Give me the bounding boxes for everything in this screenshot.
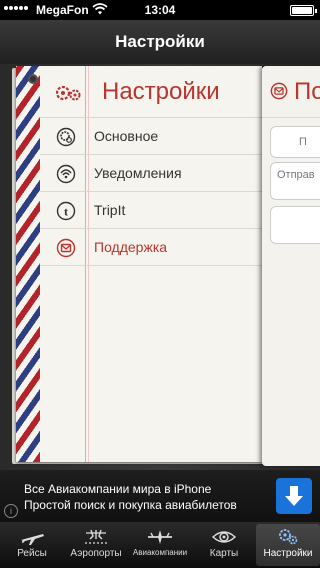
nav-bar: Настройки: [0, 20, 320, 64]
menu-item-label: Основное: [94, 128, 159, 144]
broadcast-icon: [56, 164, 76, 184]
menu-item-label: TripIt: [94, 202, 126, 218]
settings-menu: Основное Уведомления t TripIt Поддержка: [40, 118, 262, 266]
tab-maps[interactable]: Карты: [192, 524, 256, 566]
download-button[interactable]: [276, 478, 312, 514]
battery-icon: [290, 5, 317, 16]
menu-item-label: Поддержка: [94, 239, 168, 255]
svg-text:t: t: [64, 205, 68, 219]
download-arrow-icon: [285, 486, 303, 506]
airport-icon: [85, 529, 107, 544]
tab-bar: Рейсы Аэропорты Авиакомпании Карты Настр…: [0, 522, 320, 568]
settings-notebook: Настройки Основное Уведомления t TripIt …: [8, 64, 268, 470]
mail-icon: [56, 238, 76, 258]
tab-flights[interactable]: Рейсы: [0, 524, 64, 566]
tab-label: Аэропорты: [70, 548, 122, 559]
send-field[interactable]: Отправ: [270, 162, 320, 200]
tab-label: Рейсы: [17, 548, 47, 559]
info-icon[interactable]: i: [4, 504, 18, 518]
airmail-stripes: [16, 66, 40, 462]
menu-item-general[interactable]: Основное: [40, 118, 262, 155]
plane-icon: [21, 534, 44, 545]
tab-airports[interactable]: Аэропорты: [64, 524, 128, 566]
gears-icon: [279, 529, 298, 545]
menu-item-label: Уведомления: [94, 165, 182, 181]
support-button[interactable]: П: [270, 126, 320, 158]
map-eye-icon: [211, 531, 237, 543]
ad-banner[interactable]: Все Авиакомпании мира в iPhone Простой п…: [0, 470, 320, 522]
settings-circle-icon: [56, 127, 76, 147]
menu-item-support[interactable]: Поддержка: [40, 229, 262, 266]
tab-airlines[interactable]: Авиакомпании: [128, 524, 192, 566]
menu-item-tripit[interactable]: t TripIt: [40, 192, 262, 229]
settings-page-header: Настройки: [40, 66, 262, 118]
ad-text-line2: Простой поиск и покупка авиабилетов: [24, 498, 237, 512]
status-bar: MegaFon 13:04: [0, 0, 320, 20]
nav-title: Настройки: [115, 32, 205, 51]
ad-text-line1: Все Авиакомпании мира в iPhone: [24, 482, 212, 496]
menu-item-notifications[interactable]: Уведомления: [40, 155, 262, 192]
tab-label: Авиакомпании: [132, 548, 188, 557]
content-area: Настройки Основное Уведомления t TripIt …: [0, 64, 320, 470]
binder-hole-icon: [28, 74, 38, 84]
support-page-header: По: [262, 66, 320, 118]
tab-label: Карты: [209, 548, 239, 559]
gears-icon: [55, 85, 81, 101]
tab-label: Настройки: [263, 548, 313, 559]
settings-page-title: Настройки: [102, 78, 220, 105]
support-page-title: По: [294, 78, 320, 105]
support-page[interactable]: По П Отправ: [262, 66, 320, 466]
mail-icon: [270, 82, 288, 100]
tripit-icon: t: [56, 201, 76, 221]
text-field[interactable]: [270, 206, 320, 244]
airline-icon: [148, 530, 172, 544]
settings-page: Настройки Основное Уведомления t TripIt …: [16, 66, 262, 462]
clock: 13:04: [144, 3, 176, 17]
tab-settings[interactable]: Настройки: [256, 524, 320, 566]
